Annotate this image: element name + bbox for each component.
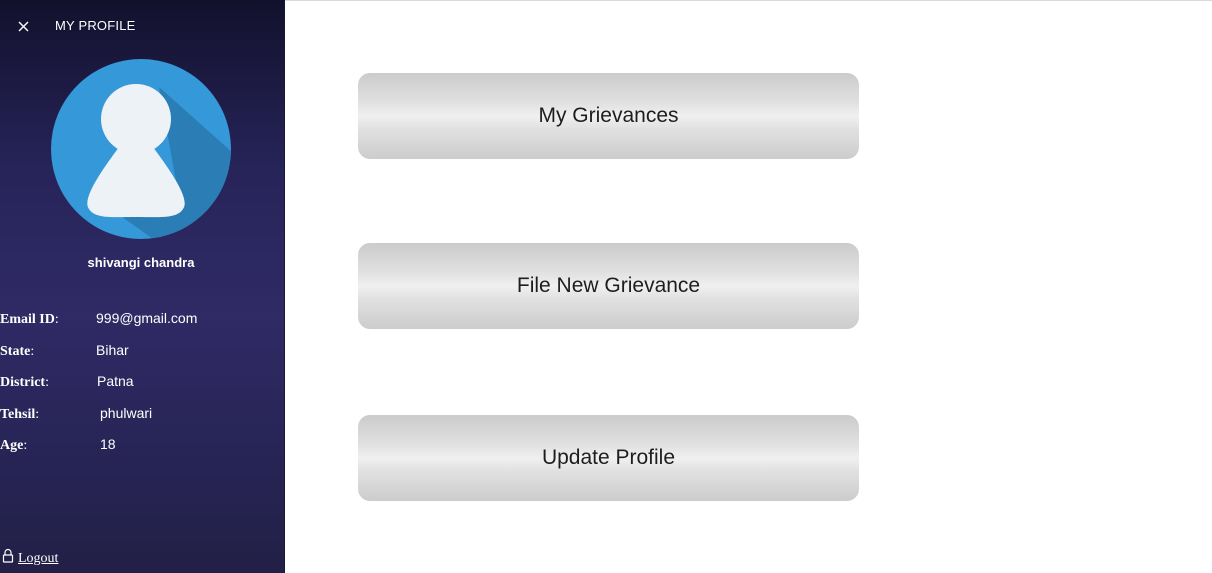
top-divider <box>284 0 1212 1</box>
avatar <box>51 59 231 239</box>
info-value-district: Patna <box>97 373 134 389</box>
logout-label: Logout <box>18 551 59 566</box>
update-profile-button[interactable]: Update Profile <box>358 415 859 501</box>
profile-sidebar: MY PROFILE shivangi chandra Email ID: 99… <box>0 0 285 573</box>
info-label-email: Email ID: <box>0 312 59 327</box>
info-label-district: District: <box>0 375 49 390</box>
info-label-state: State: <box>0 344 35 359</box>
info-label-tehsil: Tehsil: <box>0 407 40 422</box>
close-button[interactable] <box>13 16 33 36</box>
info-value-state: Bihar <box>96 342 129 358</box>
file-new-grievance-button[interactable]: File New Grievance <box>358 243 859 329</box>
lock-icon <box>2 548 14 563</box>
user-avatar-icon <box>51 59 231 239</box>
close-icon <box>18 21 29 32</box>
info-value-tehsil: phulwari <box>100 405 153 421</box>
user-name: shivangi chandra <box>87 255 195 270</box>
info-label-age: Age: <box>0 438 28 453</box>
info-value-email: 999@gmail.com <box>96 310 198 326</box>
my-grievances-button[interactable]: My Grievances <box>358 73 859 159</box>
info-value-age: 18 <box>100 436 116 452</box>
panel-title: MY PROFILE <box>55 18 136 33</box>
